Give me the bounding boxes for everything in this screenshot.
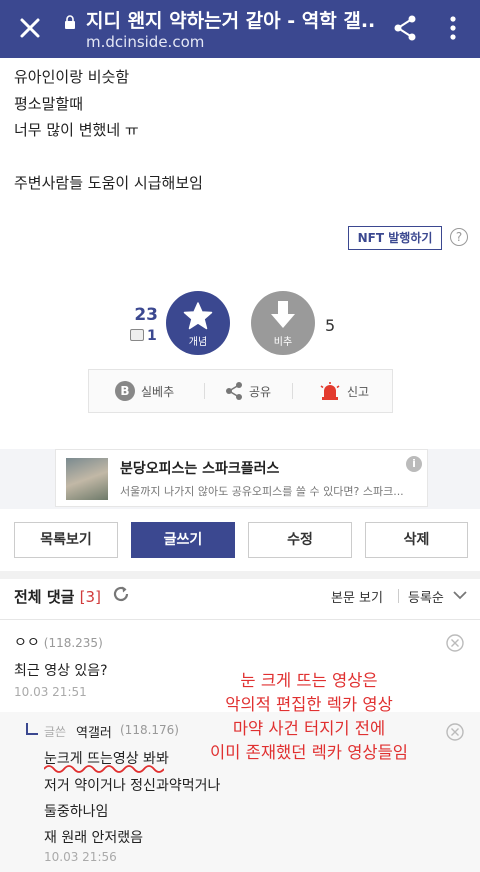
report-button[interactable]: 신고 bbox=[319, 370, 369, 412]
star-icon bbox=[183, 302, 213, 330]
downvote-button[interactable]: 비추 bbox=[251, 291, 315, 355]
downvote-label: 비추 bbox=[273, 337, 293, 348]
delete-comment-icon[interactable] bbox=[446, 634, 464, 652]
comment-text: 최근 영상 있음? bbox=[14, 663, 108, 679]
comment-date: 10.03 21:51 bbox=[14, 685, 87, 699]
realtime-best-button[interactable]: B 실베추 bbox=[115, 370, 174, 412]
divider bbox=[398, 589, 399, 603]
divider bbox=[292, 383, 293, 399]
fixed-upvote-count: 1 bbox=[130, 328, 157, 344]
reply-line: 둘중하나임 bbox=[44, 804, 109, 820]
share-icon[interactable] bbox=[392, 14, 418, 42]
edit-button[interactable]: 수정 bbox=[248, 522, 352, 558]
share-label: 공유 bbox=[249, 384, 272, 399]
write-button[interactable]: 글쓰기 bbox=[131, 522, 235, 558]
ad-banner[interactable]: 분당오피스는 스파크플러스 서울까지 나가지 않아도 공유오피스를 쓸 수 있다… bbox=[55, 449, 428, 507]
chevron-down-icon[interactable] bbox=[452, 589, 468, 601]
view-body-button[interactable]: 본문 보기 bbox=[331, 587, 383, 606]
lock-icon bbox=[65, 15, 75, 29]
overlay-annotation: 눈 크게 뜨는 영상은 악의적 편집한 렉카 영상 마약 사건 터지기 전에 이… bbox=[210, 671, 408, 762]
ad-description: 서울까지 나가지 않아도 공유오피스를 쓸 수 있다면? 스파크... bbox=[120, 485, 404, 498]
realtime-best-label: 실베추 bbox=[141, 384, 175, 399]
reply-author: 역갤러 bbox=[76, 726, 112, 741]
refresh-icon[interactable] bbox=[112, 585, 130, 603]
downvote-count: 5 bbox=[325, 316, 336, 335]
help-icon[interactable]: ? bbox=[450, 228, 468, 246]
siren-icon bbox=[320, 382, 340, 400]
ad-thumbnail bbox=[66, 458, 108, 500]
post-action-bar: B 실베추 공유 신고 bbox=[88, 369, 393, 413]
reply-date: 10.03 21:56 bbox=[44, 850, 117, 864]
post-line: 너무 많이 변했네 ㅠ bbox=[14, 121, 139, 139]
more-options-icon[interactable] bbox=[446, 14, 460, 42]
upvote-count: 23 bbox=[134, 305, 158, 325]
fixed-upvote-icon bbox=[130, 329, 144, 341]
nft-issue-button[interactable]: NFT 발행하기 bbox=[348, 226, 442, 250]
sort-select[interactable]: 등록순 bbox=[408, 587, 444, 606]
share-post-button[interactable]: 공유 bbox=[225, 370, 271, 412]
comments-header: 전체 댓글 [3] bbox=[14, 588, 101, 606]
post-line bbox=[14, 144, 203, 171]
delete-button[interactable]: 삭제 bbox=[365, 522, 468, 558]
page-url: m.dcinside.com bbox=[86, 33, 205, 51]
section-divider bbox=[0, 571, 480, 579]
author-badge: 글쓴 bbox=[44, 725, 67, 739]
down-arrow-icon bbox=[271, 301, 295, 328]
underline-annotation bbox=[44, 765, 164, 773]
close-icon[interactable] bbox=[16, 14, 44, 42]
comment-count: [3] bbox=[79, 588, 101, 606]
reply-line: 재 원래 안저랬음 bbox=[44, 830, 144, 846]
post-content: 유아인이랑 비슷함 평소말할때 너무 많이 변했네 ㅠ 주변사람들 도움이 시급… bbox=[14, 64, 203, 197]
reply-arrow-icon bbox=[26, 723, 38, 735]
share-icon bbox=[226, 382, 242, 400]
page-title: 지디 왠지 약하는거 같아 - 역학 갤... bbox=[86, 10, 376, 32]
info-icon[interactable]: i bbox=[406, 456, 422, 472]
reply-line: 저거 약이거나 정신과약먹거나 bbox=[44, 778, 221, 794]
delete-reply-icon[interactable] bbox=[446, 723, 464, 741]
post-line: 평소말할때 bbox=[14, 94, 84, 113]
list-button[interactable]: 목록보기 bbox=[14, 522, 118, 558]
post-line: 유아인이랑 비슷함 bbox=[14, 68, 130, 86]
realtime-best-icon: B bbox=[115, 381, 135, 401]
post-line: 주변사람들 도움이 시급해보임 bbox=[14, 174, 203, 192]
upvote-button[interactable]: 개념 bbox=[166, 291, 230, 355]
report-label: 신고 bbox=[347, 384, 370, 399]
ad-title: 분당오피스는 스파크플러스 bbox=[120, 461, 280, 477]
reply-ip: (118.176) bbox=[120, 723, 179, 737]
divider bbox=[204, 383, 205, 399]
browser-toolbar: 지디 왠지 약하는거 같아 - 역학 갤... m.dcinside.com bbox=[0, 0, 480, 58]
divider bbox=[0, 619, 480, 620]
comment-author: ㅇㅇ (118.235) bbox=[14, 635, 103, 651]
upvote-label: 개념 bbox=[188, 337, 208, 348]
comment-ip: (118.235) bbox=[43, 636, 103, 650]
